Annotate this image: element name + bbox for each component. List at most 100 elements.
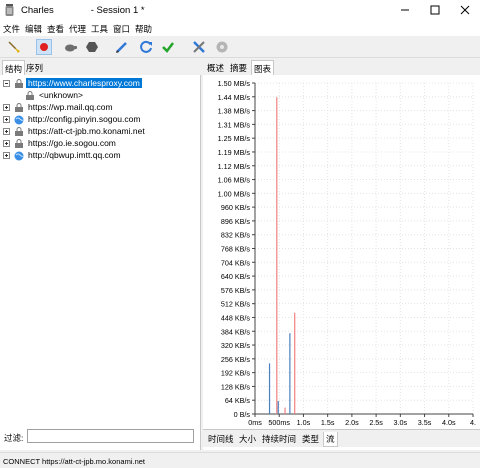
y-tick-label: 1.19 MB/s bbox=[218, 148, 251, 157]
menu-view[interactable]: 查看 bbox=[47, 23, 64, 35]
left-tabs: 结构 序列 bbox=[0, 59, 201, 75]
y-tick-label: 256 KB/s bbox=[221, 355, 251, 364]
y-tick-label: 1.31 MB/s bbox=[218, 120, 251, 129]
y-tick-label: 128 KB/s bbox=[221, 382, 251, 391]
chart-panel: 概述 摘要 图表 1.50 MB/s 1.44 MB/s 1.38 MB/s 1.31… bbox=[203, 59, 480, 450]
x-tick-label: 1.5s bbox=[321, 418, 335, 427]
minimize-icon[interactable] bbox=[390, 0, 420, 20]
expand-toggle-icon[interactable] bbox=[3, 128, 10, 135]
x-tick-label: 2.0s bbox=[345, 418, 359, 427]
tab-stream[interactable]: 流 bbox=[323, 432, 338, 447]
tab-type[interactable]: 类型 bbox=[300, 432, 321, 446]
broom-icon[interactable] bbox=[6, 39, 22, 55]
y-tick-label: 640 KB/s bbox=[221, 272, 251, 281]
title-bar: Charles - Session 1 * bbox=[0, 0, 480, 20]
tree-item-label: <unknown> bbox=[39, 90, 83, 100]
menu-bar: 文件 编辑 查看 代理 工具 窗口 帮助 bbox=[0, 20, 480, 36]
record-icon bbox=[40, 43, 48, 51]
x-tick-label: 500ms bbox=[268, 418, 290, 427]
y-tick-label: 768 KB/s bbox=[221, 245, 251, 254]
y-tick-label: 1.06 MB/s bbox=[218, 176, 251, 185]
right-bottom-tabs: 时间线 大小 持续时间 类型 流 bbox=[203, 429, 480, 447]
validate-check-icon[interactable] bbox=[160, 39, 176, 55]
tree-item-label: https://www.charlesproxy.com bbox=[26, 78, 142, 88]
tab-structure[interactable]: 结构 bbox=[2, 60, 26, 75]
filter-input[interactable] bbox=[27, 429, 194, 443]
globe-icon bbox=[14, 115, 24, 125]
y-tick-label: 448 KB/s bbox=[221, 313, 251, 322]
collapse-toggle-icon[interactable] bbox=[3, 80, 10, 87]
status-text: CONNECT https://att-ct-jpb.mo.konami.net bbox=[3, 457, 145, 466]
globe-icon bbox=[14, 151, 24, 161]
y-tick-label: 512 KB/s bbox=[221, 300, 251, 309]
expand-toggle-icon[interactable] bbox=[3, 116, 10, 123]
y-tick-label: 960 KB/s bbox=[221, 203, 251, 212]
x-tick-label: 1.0s bbox=[297, 418, 311, 427]
maximize-icon[interactable] bbox=[420, 0, 450, 20]
menu-edit[interactable]: 编辑 bbox=[25, 23, 42, 35]
y-tick-label: 192 KB/s bbox=[221, 369, 251, 378]
pen-compose-icon[interactable] bbox=[114, 39, 130, 55]
tree-item-label: https://wp.mail.qq.com bbox=[28, 102, 113, 112]
expand-toggle-icon[interactable] bbox=[3, 140, 10, 147]
x-tick-label: 0ms bbox=[248, 418, 262, 427]
y-tick-label: 1.00 MB/s bbox=[218, 189, 251, 198]
throughput-chart: 1.50 MB/s 1.44 MB/s 1.38 MB/s 1.31 MB/s 1.25… bbox=[218, 79, 476, 427]
x-tick-label: 3.0s bbox=[394, 418, 408, 427]
tab-sequence[interactable]: 序列 bbox=[24, 60, 45, 75]
tree-item-label: https://go.ie.sogou.com bbox=[28, 138, 116, 148]
structure-panel: 结构 序列 https://www.charlesproxy.com <unkn… bbox=[0, 59, 201, 450]
menu-proxy[interactable]: 代理 bbox=[69, 23, 86, 35]
y-tick-label: 320 KB/s bbox=[221, 341, 251, 350]
y-tick-label: 1.50 MB/s bbox=[218, 79, 251, 88]
y-tick-label: 1.44 MB/s bbox=[218, 93, 251, 102]
y-tick-label: 1.12 MB/s bbox=[218, 162, 251, 171]
y-tick-label: 576 KB/s bbox=[221, 286, 251, 295]
lock-icon bbox=[15, 127, 23, 136]
breakpoint-hexagon-icon[interactable] bbox=[84, 39, 100, 55]
y-tick-label: 64 KB/s bbox=[225, 396, 251, 405]
toolbar bbox=[0, 36, 480, 58]
tree-item-label: http://config.pinyin.sogou.com bbox=[28, 114, 141, 124]
refresh-icon[interactable] bbox=[138, 39, 154, 55]
expand-toggle-icon[interactable] bbox=[3, 152, 10, 159]
x-tick-label: 2.5s bbox=[369, 418, 383, 427]
filter-row: 过滤: bbox=[0, 428, 201, 446]
y-tick-label: 704 KB/s bbox=[221, 258, 251, 267]
x-tick-label: 4. bbox=[470, 418, 476, 427]
lock-icon bbox=[26, 91, 34, 100]
menu-help[interactable]: 帮助 bbox=[135, 23, 152, 35]
y-tick-label: 384 KB/s bbox=[221, 327, 251, 336]
y-tick-label: 832 KB/s bbox=[221, 231, 251, 240]
y-tick-label: 1.38 MB/s bbox=[218, 107, 251, 116]
lock-icon bbox=[15, 139, 23, 148]
tree-item-label: http://qbwup.imtt.qq.com bbox=[28, 150, 121, 160]
tab-duration[interactable]: 持续时间 bbox=[260, 432, 298, 446]
menu-tools[interactable]: 工具 bbox=[91, 23, 108, 35]
status-bar: CONNECT https://att-ct-jpb.mo.konami.net bbox=[0, 452, 480, 468]
tab-summary[interactable]: 摘要 bbox=[228, 60, 249, 75]
tab-chart[interactable]: 图表 bbox=[251, 60, 275, 75]
x-tick-label: 4.0s bbox=[442, 418, 456, 427]
settings-gear-icon[interactable] bbox=[214, 39, 230, 55]
menu-file[interactable]: 文件 bbox=[3, 23, 20, 35]
tab-size[interactable]: 大小 bbox=[237, 432, 258, 446]
lock-icon bbox=[15, 79, 23, 88]
tools-icon[interactable] bbox=[191, 39, 207, 55]
record-button[interactable] bbox=[36, 39, 52, 55]
y-tick-label: 896 KB/s bbox=[221, 217, 251, 226]
tab-timeline[interactable]: 时间线 bbox=[206, 432, 236, 446]
filter-label: 过滤: bbox=[4, 433, 24, 443]
charles-jar-icon bbox=[5, 4, 14, 16]
y-tick-label: 1.25 MB/s bbox=[218, 134, 251, 143]
x-tick-label: 3.5s bbox=[418, 418, 432, 427]
expand-toggle-icon[interactable] bbox=[3, 104, 10, 111]
tree-item-label: https://att-ct-jpb.mo.konami.net bbox=[28, 126, 145, 136]
close-icon[interactable] bbox=[450, 0, 480, 20]
lock-icon bbox=[15, 103, 23, 112]
window-title: Charles - Session 1 * bbox=[21, 5, 145, 16]
menu-window[interactable]: 窗口 bbox=[113, 23, 130, 35]
throttle-turtle-icon[interactable] bbox=[62, 39, 78, 55]
tab-overview[interactable]: 概述 bbox=[205, 60, 226, 75]
right-top-tabs: 概述 摘要 图表 bbox=[203, 59, 480, 75]
